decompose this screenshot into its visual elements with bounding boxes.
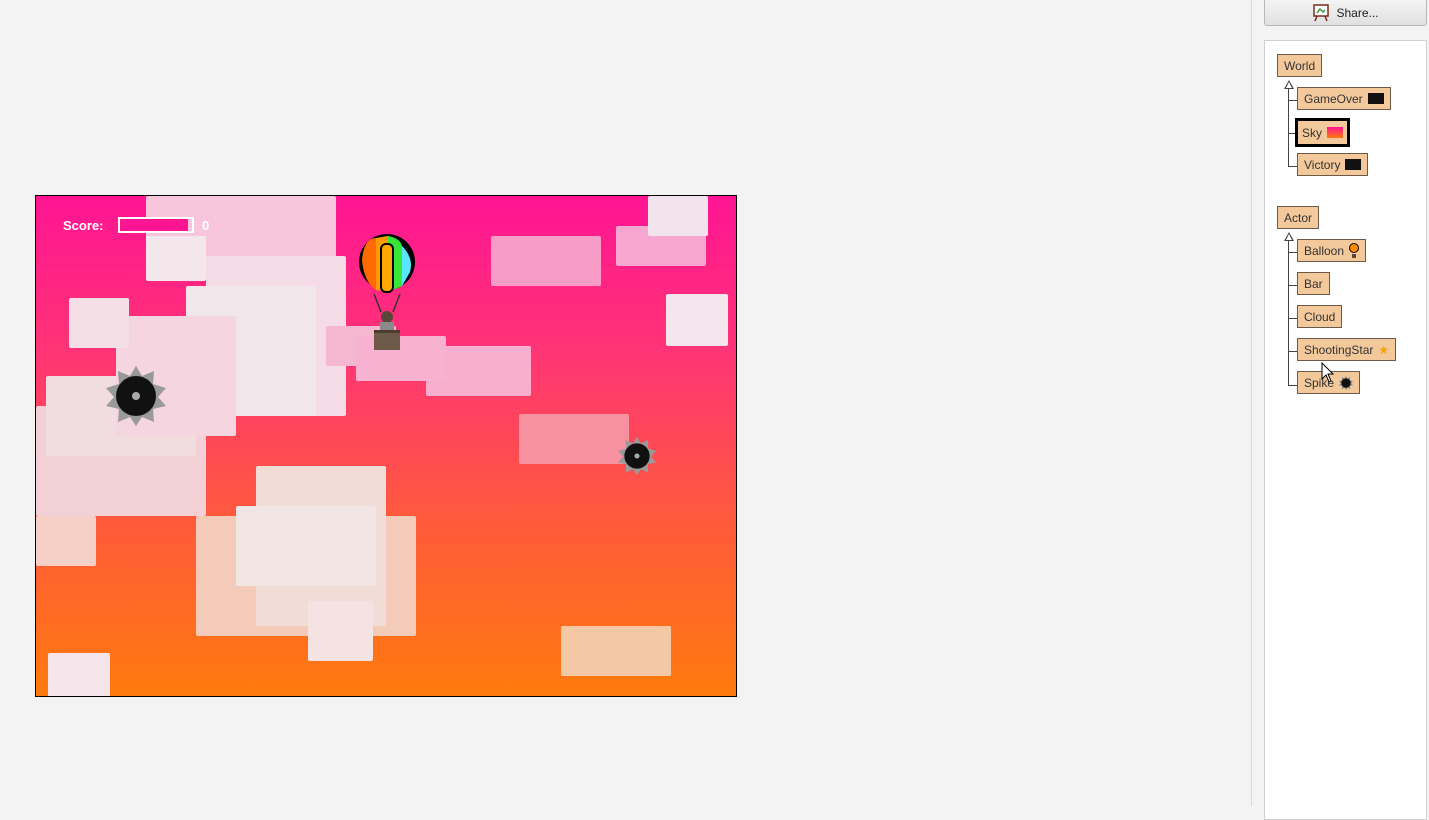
share-label: Share...: [1336, 5, 1379, 20]
class-label: Sky: [1302, 125, 1323, 140]
spike-actor[interactable]: [106, 366, 166, 426]
balloon-actor[interactable]: [354, 234, 420, 356]
score-progress-fill: [120, 219, 189, 231]
panel-divider: [1251, 0, 1252, 806]
class-gameover[interactable]: GameOver: [1297, 87, 1391, 110]
inheritance-arrow-icon: [1284, 232, 1294, 241]
black-screen-icon: [1345, 159, 1362, 170]
easel-icon: [1313, 3, 1330, 21]
share-button[interactable]: Share...: [1264, 0, 1427, 26]
score-label: Score:: [63, 218, 104, 233]
world-canvas[interactable]: Score: 0: [35, 195, 737, 697]
tree-line: [1288, 166, 1297, 167]
tree-line: [1288, 285, 1297, 286]
class-label: Bar: [1304, 276, 1323, 291]
tree-line: [1288, 318, 1297, 319]
spike-ball-icon: [1339, 375, 1354, 390]
class-actor[interactable]: Actor: [1277, 206, 1320, 229]
mouse-cursor-icon: [1321, 362, 1335, 383]
class-bar[interactable]: Bar: [1297, 272, 1330, 295]
class-label: World: [1284, 58, 1316, 73]
class-victory[interactable]: Victory: [1297, 153, 1369, 176]
class-cloud[interactable]: Cloud: [1297, 305, 1343, 328]
class-shootingstar[interactable]: ShootingStar ★: [1297, 338, 1397, 361]
class-label: ShootingStar: [1304, 342, 1374, 357]
class-label: GameOver: [1304, 91, 1363, 106]
tree-line: [1288, 100, 1297, 101]
class-sky[interactable]: Sky: [1295, 118, 1351, 147]
class-balloon[interactable]: Balloon: [1297, 239, 1367, 262]
tree-line: [1288, 241, 1289, 386]
balloon-icon: [1349, 242, 1360, 258]
inheritance-arrow-icon: [1284, 80, 1294, 89]
score-progress-bar: [118, 217, 194, 233]
gradient-icon: [1327, 127, 1344, 138]
spike-actor[interactable]: [618, 437, 656, 475]
class-label: Actor: [1284, 210, 1313, 225]
class-label: Victory: [1304, 157, 1341, 172]
class-diagram-panel: World GameOver Sky Victory Actor Balloon…: [1264, 40, 1427, 820]
class-label: Cloud: [1304, 309, 1336, 324]
tree-line: [1288, 252, 1297, 253]
class-world[interactable]: World: [1277, 54, 1323, 77]
score-value: 0: [202, 218, 210, 233]
tree-line: [1288, 385, 1297, 386]
tree-line: [1288, 351, 1297, 352]
star-icon: ★: [1378, 342, 1390, 357]
class-label: Balloon: [1304, 243, 1345, 258]
black-screen-icon: [1367, 93, 1384, 104]
